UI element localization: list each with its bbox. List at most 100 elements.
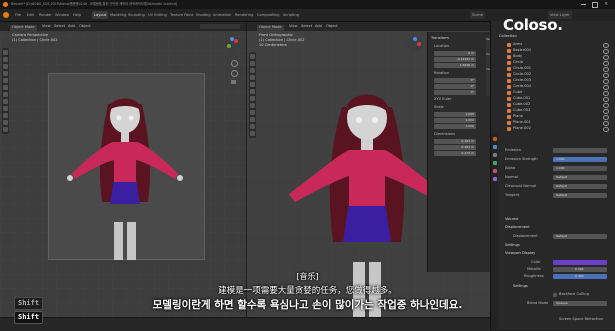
location-label: Location [434, 44, 450, 48]
left-viewport-header: Object Mode View Select Add Object [0, 22, 246, 31]
dimensions-z-field[interactable]: 0.173 m [434, 151, 476, 156]
vd-color-label: Color [531, 260, 541, 264]
outliner-header[interactable]: Collection [499, 34, 517, 39]
displacement-field[interactable]: Default [553, 234, 607, 239]
outliner-row-label: Arms [513, 42, 523, 46]
camera-view-icon[interactable] [231, 80, 236, 84]
menu-window[interactable]: Window [53, 11, 71, 19]
character-model-perspective[interactable] [50, 82, 200, 262]
rotation-y-field[interactable]: 0° [434, 84, 476, 89]
property-value: Default [556, 193, 567, 197]
location-z-field[interactable]: 1.5046 m [434, 63, 476, 68]
tab-texture-paint[interactable]: Texture Paint [168, 11, 195, 19]
shading-buttons[interactable] [200, 24, 240, 29]
dimensions-x-field[interactable]: 0.163 m [434, 139, 476, 144]
minimize-icon[interactable] [581, 4, 586, 5]
menu-add[interactable]: Add [315, 24, 322, 29]
scale-z-field[interactable]: 1.000 [434, 124, 476, 129]
section-settings[interactable]: Settings [505, 243, 520, 248]
dimensions-y-field[interactable]: 0.163 m [434, 145, 476, 150]
property-label: Normal [505, 175, 519, 179]
menu-help[interactable]: Help [71, 11, 83, 19]
menu-edit[interactable]: Edit [25, 11, 36, 19]
menu-file[interactable]: File [13, 11, 23, 19]
navigation-gizmo[interactable] [407, 36, 423, 52]
maximize-icon[interactable] [592, 2, 598, 8]
outliner-row[interactable]: Plane.002 [493, 126, 613, 132]
location-y-field[interactable]: -0.14193 m [434, 57, 476, 62]
section-viewport-display[interactable]: Viewport Display [505, 251, 535, 256]
pan-icon[interactable] [231, 70, 238, 77]
refraction-label: Screen Space Refraction [559, 317, 603, 321]
section-volume[interactable]: Volume [505, 217, 518, 222]
transform-header[interactable]: Transform [431, 36, 449, 41]
blender-menu-icon[interactable] [3, 12, 9, 18]
mode-selector[interactable]: Object Mode [10, 25, 37, 31]
property-label: Emission Strength [505, 157, 538, 161]
tab-uv-editing[interactable]: UV Editing [146, 11, 169, 19]
outliner-row-label: Bezier001 [513, 48, 532, 52]
scale-x-field[interactable]: 1.000 [434, 112, 476, 117]
property-field[interactable]: 1.000 [553, 157, 607, 162]
menu-view[interactable]: View [42, 24, 51, 29]
section-displacement[interactable]: Displacement [505, 225, 530, 230]
tab-sculpting[interactable]: Sculpting [126, 11, 147, 19]
key-overlay-shift-2: Shift [14, 311, 44, 324]
subtitle-chinese: 建模是一项需要大量贪婪的任务，您做得越多。 [218, 286, 397, 296]
object-icon [507, 103, 511, 107]
location-x-field[interactable]: 0 m [434, 51, 476, 56]
property-field[interactable] [553, 148, 607, 153]
object-icon [507, 115, 511, 119]
units-label: 10 Centimeters [259, 43, 287, 47]
scene-selector[interactable]: Scene [470, 11, 485, 19]
tool-shelf[interactable] [2, 48, 9, 134]
menu-object[interactable]: Object [79, 24, 91, 29]
window-title: Blender* [D:\#0#0_SOS-2025\Blend\폴폴폴0249… [11, 2, 178, 6]
outliner-row-label: Plane.002 [513, 126, 531, 130]
close-icon[interactable]: × [604, 2, 608, 7]
rotation-z-field[interactable]: 0° [434, 90, 476, 95]
subtitle-korean: 모델링이란게 하면 할수록 욕심나고 손이 많이가는 작업중 하나인데요. [152, 299, 463, 311]
blender-logo-icon [3, 2, 8, 7]
tab-scripting[interactable]: Scripting [281, 11, 301, 19]
mode-selector[interactable]: Object Mode [257, 25, 284, 31]
navigation-gizmo[interactable] [224, 36, 240, 52]
tab-animation[interactable]: Animation [211, 11, 233, 19]
tool-shelf[interactable] [249, 52, 256, 138]
outliner-row-label: Plane [513, 114, 523, 118]
property-field[interactable]: Default [553, 184, 607, 189]
object-icon [507, 91, 511, 95]
outliner-row-label: Body [513, 54, 523, 58]
menu-add[interactable]: Add [68, 24, 75, 29]
vd-color-swatch[interactable] [553, 260, 607, 265]
scale-label: Scale [434, 105, 444, 109]
property-field[interactable]: Default [553, 175, 607, 180]
outliner-row-label: Circle.001 [513, 66, 532, 70]
property-field[interactable]: Default [553, 193, 607, 198]
property-value: Default [556, 184, 567, 188]
rotation-mode[interactable]: XYZ Euler [434, 97, 452, 102]
tab-compositing[interactable]: Compositing [255, 11, 282, 19]
object-icon [507, 73, 511, 77]
property-label: Emission [505, 148, 521, 152]
menu-object[interactable]: Object [326, 24, 338, 29]
outliner-row-label: Circle.004 [513, 84, 532, 88]
zoom-icon[interactable] [231, 60, 238, 67]
property-label: Clearcoat Normal [505, 184, 537, 188]
rotation-x-field[interactable]: 0° [434, 78, 476, 83]
tab-layout[interactable]: Layout [92, 11, 109, 19]
tab-shading[interactable]: Shading [194, 11, 213, 19]
dimensions-label: Dimensions [434, 132, 455, 136]
menu-select[interactable]: Select [301, 24, 312, 29]
outliner-row-label: Cube.003 [513, 108, 531, 112]
outliner-row-label: Cube.001 [513, 96, 531, 100]
window-controls[interactable]: × [581, 2, 611, 8]
menu-select[interactable]: Select [54, 24, 65, 29]
visibility-eye-icon[interactable] [603, 127, 609, 132]
tab-rendering[interactable]: Rendering [233, 11, 255, 19]
menu-view[interactable]: View [289, 24, 298, 29]
timeline-bar[interactable] [0, 317, 490, 331]
property-field[interactable]: 1.000 [553, 166, 607, 171]
scale-y-field[interactable]: 1.000 [434, 118, 476, 123]
menu-render[interactable]: Render [37, 11, 54, 19]
